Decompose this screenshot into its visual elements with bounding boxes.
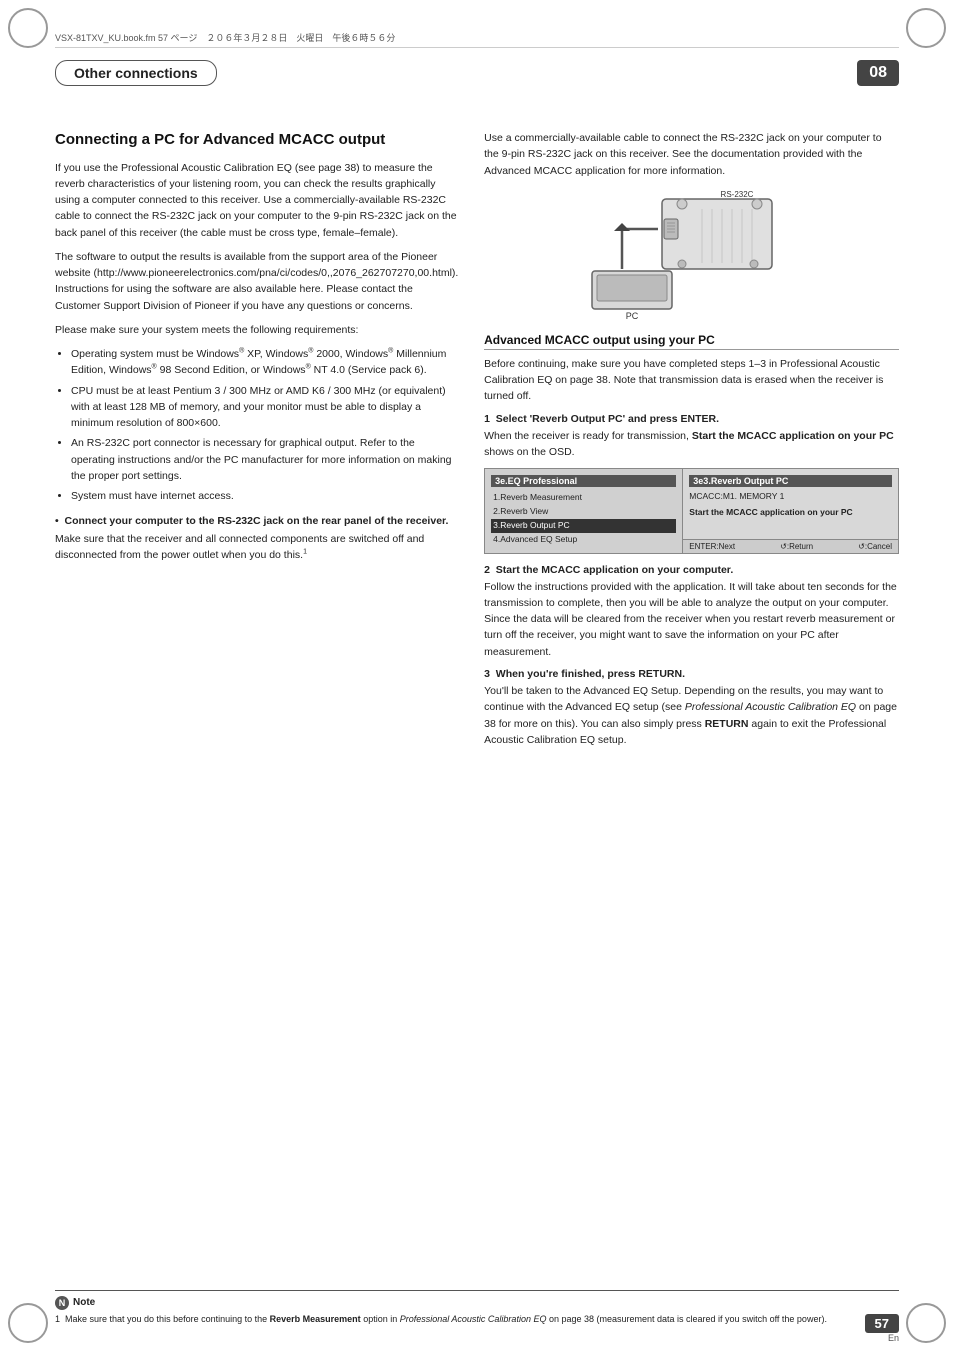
svg-text:PC: PC — [625, 311, 638, 319]
osd-left-panel: 3e.EQ Professional 1.Reverb Measurement … — [485, 469, 683, 553]
note-label: Note — [73, 1297, 95, 1308]
header-bar: VSX-81TXV_KU.book.fm 57 ページ ２０６年３月２８日 火曜… — [55, 28, 899, 48]
osd-menu-item-1: 1.Reverb Measurement — [491, 491, 676, 505]
left-para2: The software to output the results is av… — [55, 249, 460, 314]
corner-decoration-tr — [906, 8, 946, 48]
step-2-body: Follow the instructions provided with th… — [484, 579, 899, 660]
chapter-header: Other connections 08 — [55, 60, 899, 86]
svg-text:RS-232C: RS-232C — [720, 190, 753, 199]
requirements-list: Operating system must be Windows® XP, Wi… — [71, 346, 460, 504]
left-column: Connecting a PC for Advanced MCACC outpu… — [55, 110, 460, 1271]
step-2-title: 2 Start the MCACC application on your co… — [484, 564, 899, 576]
step-1-title: 1 Select 'Reverb Output PC' and press EN… — [484, 413, 899, 425]
osd-footer-cancel: ↺:Cancel — [858, 542, 892, 551]
osd-menu-item-4: 4.Advanced EQ Setup — [491, 533, 676, 547]
corner-decoration-bl — [8, 1303, 48, 1343]
right-column: Use a commercially-available cable to co… — [484, 110, 899, 1271]
requirements-intro: Please make sure your system meets the f… — [55, 322, 460, 338]
osd-footer-return-left: ↺:Return — [780, 542, 813, 551]
sub-section-title: Advanced MCACC output using your PC — [484, 333, 899, 350]
page-lang: En — [865, 1333, 899, 1343]
left-para1: If you use the Professional Acoustic Cal… — [55, 160, 460, 241]
chapter-title: Other connections — [55, 60, 217, 86]
osd-right-message: Start the MCACC application on your PC — [689, 507, 892, 519]
right-intro: Use a commercially-available cable to co… — [484, 130, 899, 179]
osd-left-title: 3e.EQ Professional — [491, 475, 676, 487]
diagram-svg: RS-232C PC — [562, 189, 822, 319]
sub-intro: Before continuing, make sure you have co… — [484, 356, 899, 405]
section-title: Connecting a PC for Advanced MCACC outpu… — [55, 130, 460, 150]
osd-right-wrapper: 3e3.Reverb Output PC MCACC:M1. MEMORY 1 … — [683, 469, 898, 553]
osd-footer: ENTER:Next ↺:Return ↺:Cancel — [683, 539, 898, 553]
osd-right-value: MCACC:M1. MEMORY 1 — [689, 491, 892, 501]
connect-instruction-bold: • Connect your computer to the RS-232C j… — [55, 515, 460, 527]
step-3-title: 3 When you're finished, press RETURN. — [484, 668, 899, 680]
osd-menu-item-2: 2.Reverb View — [491, 505, 676, 519]
osd-right-title: 3e3.Reverb Output PC — [689, 475, 892, 487]
step-1-body: When the receiver is ready for transmiss… — [484, 428, 899, 461]
osd-menu-item-3: 3.Reverb Output PC — [491, 519, 676, 533]
page-number-area: 57 En — [865, 1314, 899, 1343]
main-content: Connecting a PC for Advanced MCACC outpu… — [55, 110, 899, 1271]
note-icon: N — [55, 1296, 69, 1310]
connect-instruction-body: Make sure that the receiver and all conn… — [55, 531, 460, 564]
osd-screenshot: 3e.EQ Professional 1.Reverb Measurement … — [484, 468, 899, 554]
footnote-ref: 1 — [303, 548, 307, 555]
requirement-item-4: System must have internet access. — [71, 488, 460, 504]
requirement-item-2: CPU must be at least Pentium 3 / 300 MHz… — [71, 383, 460, 432]
osd-right-panel: 3e3.Reverb Output PC MCACC:M1. MEMORY 1 … — [683, 469, 898, 539]
chapter-number: 08 — [857, 60, 899, 86]
requirement-item-3: An RS-232C port connector is necessary f… — [71, 435, 460, 484]
step-3-body: You'll be taken to the Advanced EQ Setup… — [484, 683, 899, 748]
note-header: N Note — [55, 1296, 899, 1310]
rs232c-diagram: RS-232C PC — [484, 189, 899, 319]
file-meta: VSX-81TXV_KU.book.fm 57 ページ ２０６年３月２８日 火曜… — [55, 31, 395, 44]
corner-decoration-br — [906, 1303, 946, 1343]
corner-decoration-tl — [8, 8, 48, 48]
requirement-item-1: Operating system must be Windows® XP, Wi… — [71, 346, 460, 379]
note-section: N Note 1 Make sure that you do this befo… — [55, 1290, 899, 1326]
page-number: 57 — [865, 1314, 899, 1333]
osd-footer-enter: ENTER:Next — [689, 542, 735, 551]
note-text: 1 Make sure that you do this before cont… — [55, 1313, 899, 1326]
